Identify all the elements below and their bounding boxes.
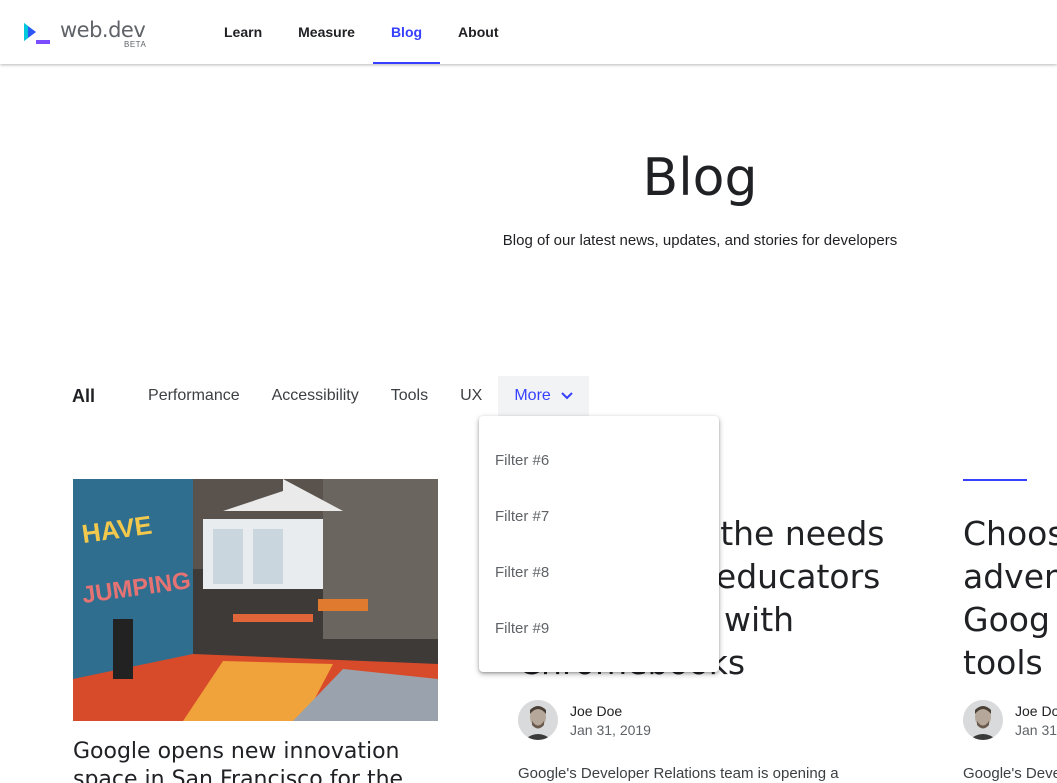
dropdown-item-filter-6[interactable]: Filter #6 (479, 432, 719, 488)
author-info: Joe Doe Jan 31, 2019 (518, 700, 651, 740)
nav-blog[interactable]: Blog (372, 0, 441, 64)
filter-accessibility[interactable]: Accessibility (256, 376, 375, 416)
publish-date: Jan 31 (1015, 721, 1057, 738)
logo-text: web.dev (60, 18, 146, 42)
card-title-line: Choos (963, 514, 1057, 553)
author-info: Joe Do Jan 31 (963, 700, 1057, 740)
card-description: Google's Developer Relations team is ope… (518, 765, 839, 782)
web-dev-logo[interactable]: web.dev BETA (22, 18, 152, 50)
nav-measure[interactable]: Measure (280, 0, 373, 64)
main-nav: Learn Measure Blog About (206, 0, 516, 64)
card-title-line: Goog (963, 600, 1050, 639)
card-title-line: adven (963, 557, 1057, 596)
card-title-line: tools (963, 643, 1043, 682)
filter-ux[interactable]: UX (444, 376, 498, 416)
dropdown-item-filter-8[interactable]: Filter #8 (479, 544, 719, 600)
page-subtitle: Blog of our latest news, updates, and st… (502, 232, 898, 249)
dropdown-item-filter-9[interactable]: Filter #9 (479, 600, 719, 656)
card-accent-line (963, 479, 1027, 481)
card-description: Google's Deve (963, 765, 1057, 782)
author-name[interactable]: Joe Doe (570, 703, 651, 719)
filter-bar: All Performance Accessibility Tools UX M… (72, 376, 589, 416)
web-dev-logo-icon (24, 23, 50, 44)
nav-about[interactable]: About (440, 0, 516, 64)
filter-more-label: More (514, 387, 551, 404)
avatar[interactable] (518, 700, 558, 740)
filter-more-button[interactable]: More (498, 376, 589, 416)
top-app-bar: web.dev BETA Learn Measure Blog About (0, 0, 1057, 64)
filter-tools[interactable]: Tools (375, 376, 444, 416)
page-title: Blog (642, 148, 758, 208)
publish-date: Jan 31, 2019 (570, 721, 651, 738)
filter-performance[interactable]: Performance (132, 376, 256, 416)
author-name[interactable]: Joe Do (1015, 703, 1057, 719)
more-filters-dropdown: Filter #6 Filter #7 Filter #8 Filter #9 (479, 416, 719, 672)
nav-learn[interactable]: Learn (206, 0, 280, 64)
card-title[interactable]: Google opens new innovation space in San… (73, 738, 443, 783)
avatar[interactable] (963, 700, 1003, 740)
chevron-down-icon (561, 392, 573, 400)
dropdown-item-filter-7[interactable]: Filter #7 (479, 488, 719, 544)
card-thumbnail-image[interactable]: HAVE JUMPING (73, 479, 438, 721)
card-title[interactable]: Choos adven Goog tools (963, 512, 1057, 684)
filter-all[interactable]: All (72, 376, 132, 416)
logo-beta-badge: BETA (124, 40, 147, 49)
